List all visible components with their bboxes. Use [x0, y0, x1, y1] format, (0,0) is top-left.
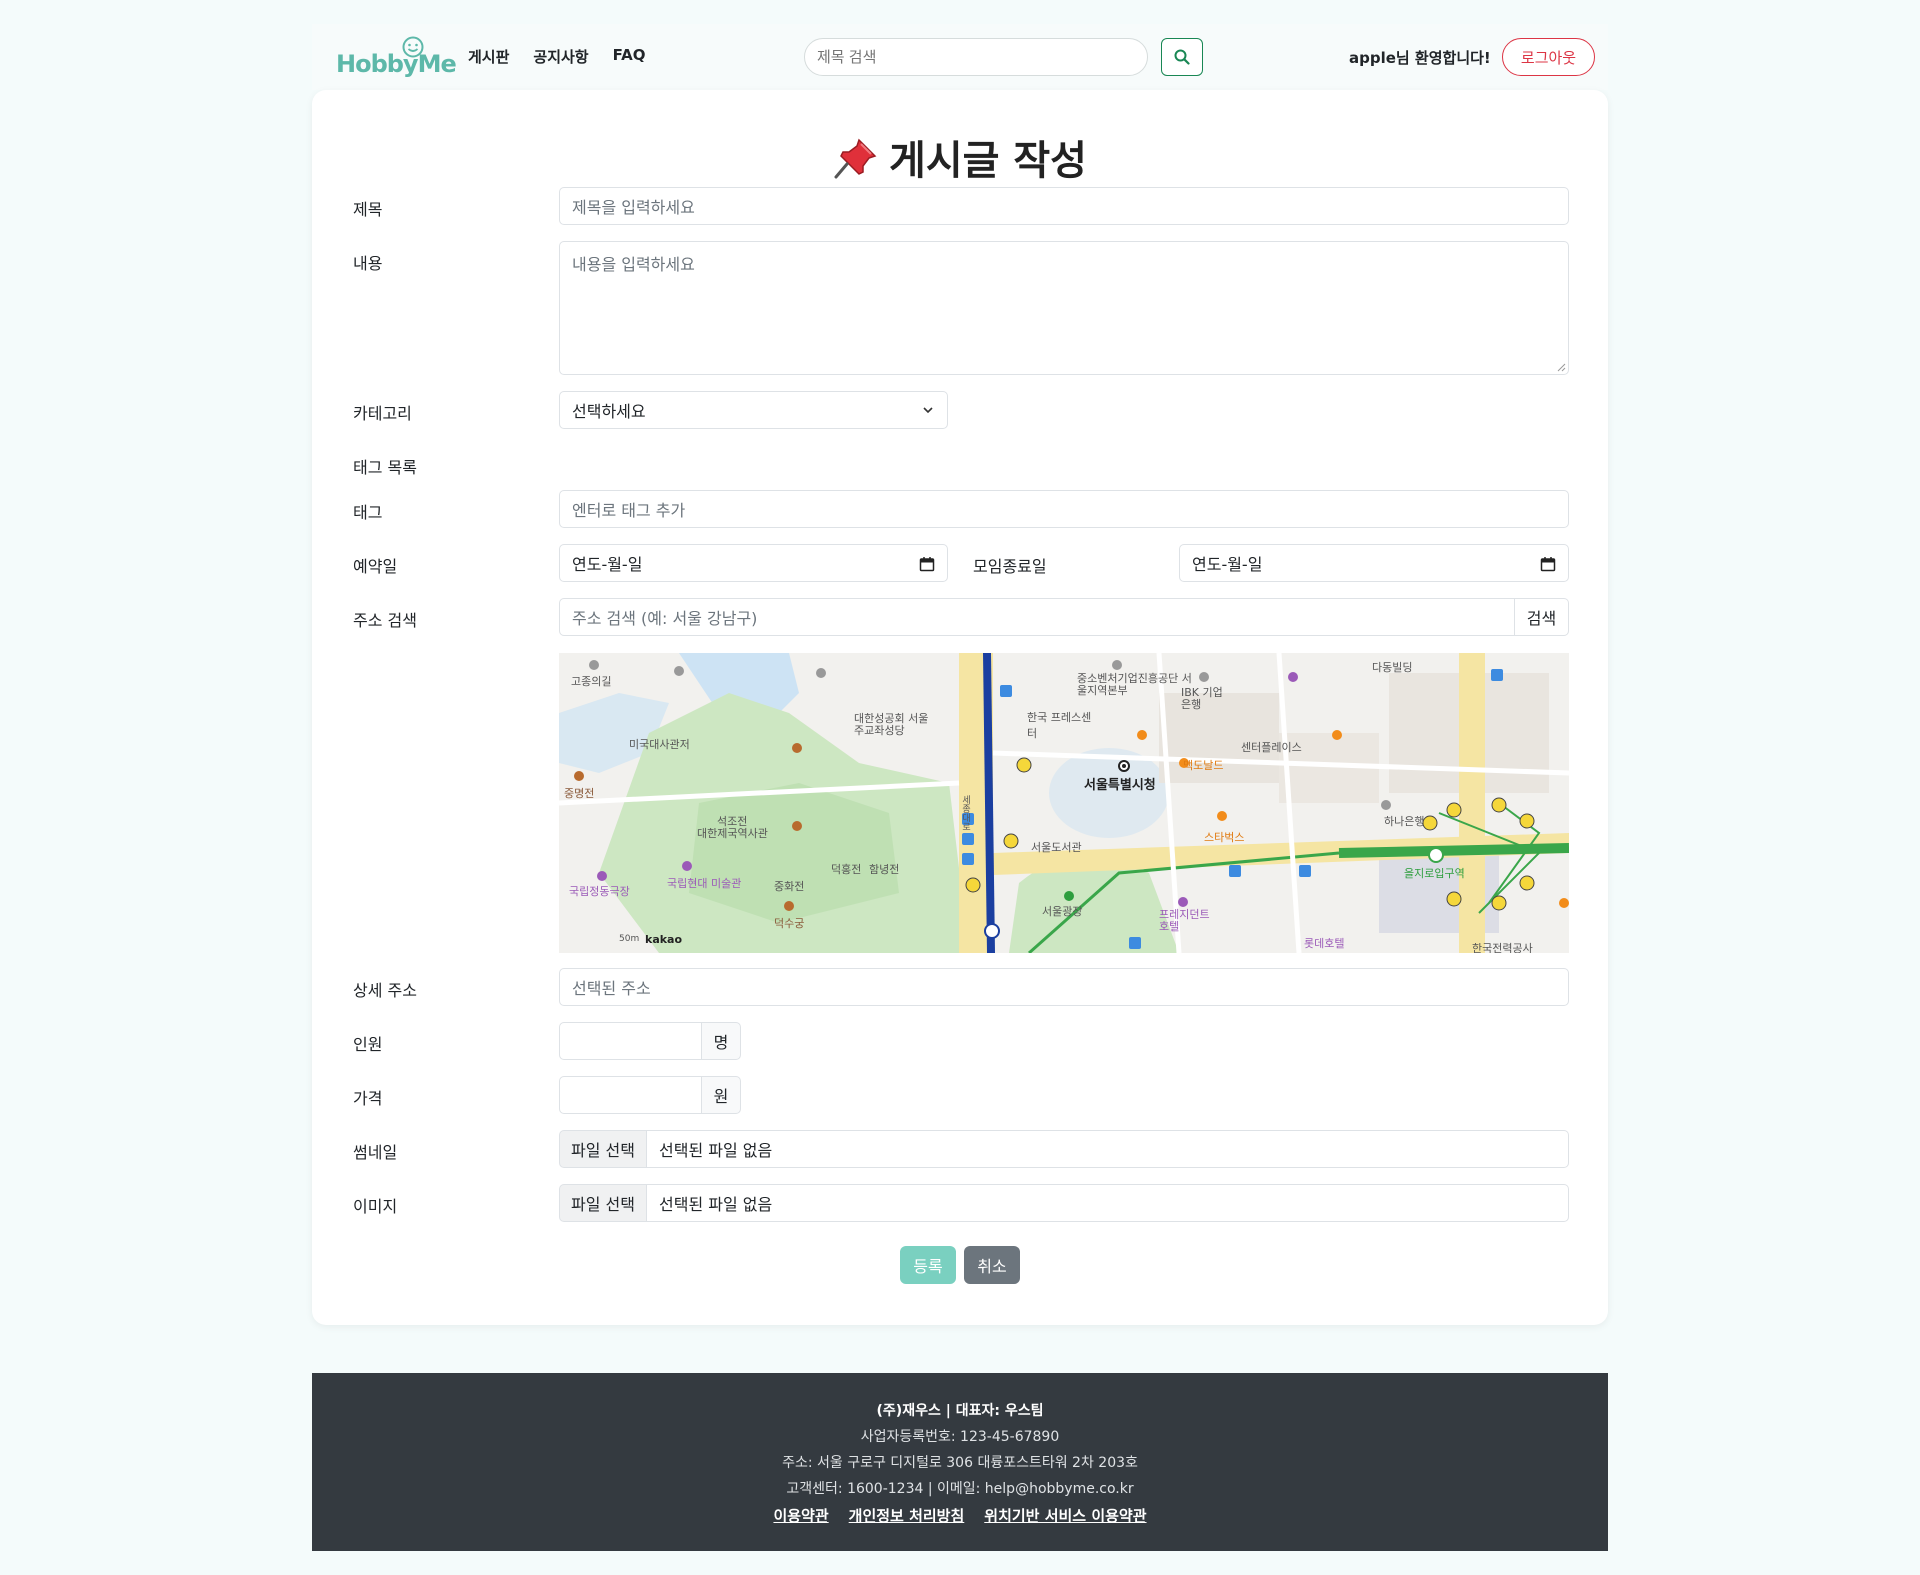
map-label-plaza: 서울광장: [1042, 905, 1083, 918]
address-search-input[interactable]: 주소 검색 (예: 서울 강남구): [559, 598, 1515, 636]
footer-business: 사업자등록번호: 123-45-67890: [860, 1429, 1060, 1445]
image-file-status: 선택된 파일 없음: [647, 1184, 1569, 1222]
main-nav: 게시판 공지사항 FAQ: [468, 46, 646, 67]
price-unit: 원: [701, 1076, 741, 1114]
reserve-date-value: 연도-월-일: [572, 555, 643, 574]
reserve-date-label: 예약일: [353, 557, 398, 576]
map-scale: 50m: [619, 934, 640, 944]
welcome-text: apple님 환영합니다!: [1349, 49, 1491, 67]
chevron-down-icon: [923, 407, 933, 414]
map-label-press: 한국 프레스센터: [1027, 711, 1092, 740]
cancel-button[interactable]: 취소: [964, 1246, 1020, 1284]
map-label-deoksugung: 덕수궁: [774, 917, 805, 930]
category-select[interactable]: 선택하세요: [559, 391, 948, 429]
map-label-president-hotel: 프레지던트 호텔: [1159, 908, 1210, 933]
calendar-icon[interactable]: [919, 556, 935, 572]
map-label-mcd: 맥도날드: [1183, 759, 1224, 772]
nav-faq[interactable]: FAQ: [613, 46, 646, 67]
category-label: 카테고리: [353, 404, 412, 423]
tag-list-label: 태그 목록: [353, 458, 417, 477]
map-label-hamnyeongjeon: 함녕전: [869, 863, 900, 876]
footer: (주)재우스 | 대표자: 우스팀 사업자등록번호: 123-45-67890 …: [312, 1373, 1608, 1551]
map-label-sejong: 세종대로: [960, 795, 970, 831]
kakao-map[interactable]: 고종의길 미국대사관저 국립정동극장 국립현대 미술관 중명전 석조전 대한제국…: [559, 653, 1569, 953]
map-label-sme: 중소벤처기업진흥공단 서울지역본부: [1077, 672, 1192, 697]
map-label-euljiro: 을지로입구역: [1404, 867, 1465, 880]
resize-handle-icon[interactable]: [1556, 362, 1566, 372]
pushpin-icon: [834, 138, 877, 179]
submit-button[interactable]: 등록: [900, 1246, 956, 1284]
reserve-date-input[interactable]: 연도-월-일: [559, 544, 948, 582]
map-label-lotte: 롯데호텔: [1304, 937, 1345, 950]
footer-contact: 고객센터: 1600-1234 | 이메일: help@hobbyme.co.k…: [786, 1481, 1134, 1497]
thumbnail-label: 썸네일: [353, 1143, 398, 1162]
image-label: 이미지: [353, 1197, 398, 1216]
title-search-input[interactable]: [817, 48, 1135, 66]
people-unit: 명: [701, 1022, 741, 1060]
map-label-city-hall: 서울특별시청: [1084, 778, 1156, 793]
footer-links: 이용약관 개인정보 처리방침 위치기반 서비스 이용약관: [312, 1505, 1608, 1526]
map-label-junghwajeon: 중화전: [774, 880, 805, 893]
map-label-embassy: 미국대사관저: [629, 738, 690, 751]
title-input[interactable]: 제목을 입력하세요: [559, 187, 1569, 225]
map-label-mmca: 국립현대 미술관: [667, 877, 742, 890]
content-textarea[interactable]: 내용을 입력하세요: [559, 241, 1569, 375]
footer-link-location[interactable]: 위치기반 서비스 이용약관: [984, 1505, 1146, 1526]
search-button[interactable]: [1161, 38, 1203, 76]
footer-address: 주소: 서울 구로구 디지털로 306 대륭포스트타워 2차 203호: [782, 1455, 1138, 1471]
smile-icon: [402, 36, 424, 58]
logo[interactable]: HobbyMe: [336, 36, 457, 78]
page-title: 게시글 작성: [312, 128, 1608, 186]
logo-text: HobbyMe: [336, 50, 457, 78]
content-placeholder: 내용을 입력하세요: [572, 255, 695, 274]
address-search-label: 주소 검색: [353, 611, 417, 630]
end-date-label: 모임종료일: [973, 557, 1047, 576]
map-label-jungmyeong: 중명전: [564, 787, 595, 800]
logout-button[interactable]: 로그아웃: [1502, 38, 1595, 76]
map-label-center-place: 센터플레이스: [1241, 741, 1302, 754]
map-label-kepco: 한국전력공사: [1472, 942, 1533, 953]
header-search: [804, 38, 1148, 76]
nav-board[interactable]: 게시판: [468, 46, 509, 67]
thumbnail-file-button[interactable]: 파일 선택: [559, 1130, 647, 1168]
title-label: 제목: [353, 200, 383, 219]
detail-address-input[interactable]: 선택된 주소: [559, 968, 1569, 1006]
end-date-value: 연도-월-일: [1192, 555, 1263, 574]
people-input[interactable]: [559, 1022, 702, 1060]
address-search-button[interactable]: 검색: [1515, 598, 1569, 636]
map-label-library: 서울도서관: [1031, 841, 1082, 854]
footer-link-privacy[interactable]: 개인정보 처리방침: [849, 1505, 965, 1526]
search-icon: [1174, 49, 1190, 65]
content-label: 내용: [353, 254, 383, 273]
image-file-button[interactable]: 파일 선택: [559, 1184, 647, 1222]
top-navbar: HobbyMe 게시판 공지사항 FAQ apple님 환영합니다! 로그아웃: [312, 24, 1608, 90]
end-date-input[interactable]: 연도-월-일: [1179, 544, 1569, 582]
nav-notice[interactable]: 공지사항: [533, 46, 588, 67]
map-label-museum: 대한제국역사관: [697, 827, 768, 840]
map-label-hana: 하나은행: [1384, 815, 1425, 828]
footer-company: (주)재우스 | 대표자: 우스팀: [876, 1403, 1044, 1419]
map-label-starbucks: 스타벅스: [1204, 831, 1245, 844]
kakao-logo: kakao: [645, 933, 683, 946]
calendar-icon[interactable]: [1540, 556, 1556, 572]
people-label: 인원: [353, 1035, 383, 1054]
map-label-theater: 국립정동극장: [569, 885, 630, 898]
map-label-seongdang: 대한성공회 서울주교좌성당: [854, 712, 929, 737]
map-label-dukhongjeon: 덕홍전: [831, 863, 862, 876]
tag-input[interactable]: 엔터로 태그 추가: [559, 490, 1569, 528]
thumbnail-file-status: 선택된 파일 없음: [647, 1130, 1569, 1168]
map-label-gojong: 고종의길: [571, 675, 612, 688]
detail-address-label: 상세 주소: [353, 981, 417, 1000]
category-selected: 선택하세요: [572, 402, 646, 421]
footer-link-terms[interactable]: 이용약관: [773, 1505, 828, 1526]
tag-label: 태그: [353, 503, 383, 522]
price-input[interactable]: [559, 1076, 702, 1114]
page-title-text: 게시글 작성: [889, 138, 1087, 184]
map-label-ibk: IBK 기업은행: [1181, 686, 1223, 711]
map-label-dadong: 다동빌딩: [1372, 661, 1413, 674]
price-label: 가격: [353, 1089, 383, 1108]
